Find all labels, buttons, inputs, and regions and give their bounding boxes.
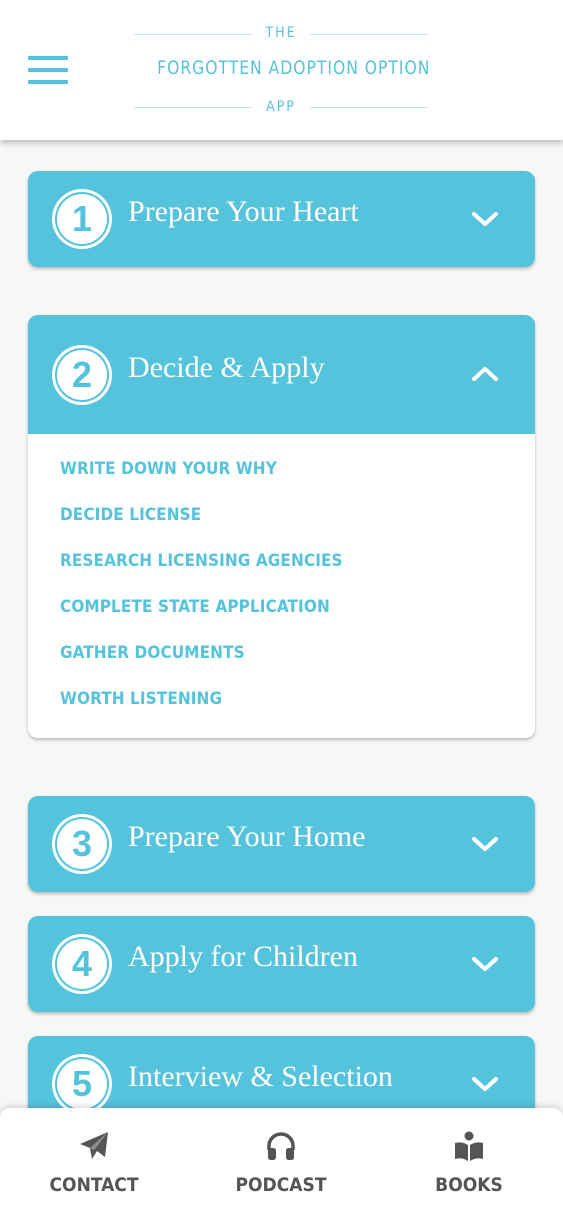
step-title: Decide & Apply (128, 351, 325, 384)
step-header-4[interactable]: 4 Apply for Children (28, 916, 535, 1012)
nav-contact[interactable]: CONTACT (14, 1108, 174, 1218)
substep-link[interactable]: RESEARCH LICENSING AGENCIES (60, 548, 503, 594)
chevron-down-icon (472, 957, 498, 971)
nav-label: CONTACT (49, 1174, 139, 1196)
step-number-badge: 2 (52, 345, 112, 405)
step-number-badge: 1 (52, 189, 112, 249)
step-header-3[interactable]: 3 Prepare Your Home (28, 796, 535, 892)
step-number-badge: 5 (52, 1054, 112, 1114)
step-section-1: 1 Prepare Your Heart (28, 171, 535, 267)
step-section-3: 3 Prepare Your Home (28, 796, 535, 892)
substep-link[interactable]: WRITE DOWN YOUR WHY (60, 456, 503, 502)
step-number-badge: 4 (52, 934, 112, 994)
logo-top-text: THE (265, 25, 297, 41)
step-title: Apply for Children (128, 940, 358, 973)
step-substeps-list: WRITE DOWN YOUR WHY DECIDE LICENSE RESEA… (28, 434, 535, 738)
step-title: Interview & Selection (128, 1060, 393, 1093)
step-header-1[interactable]: 1 Prepare Your Heart (28, 171, 535, 267)
chevron-down-icon (472, 212, 498, 226)
paper-plane-icon (80, 1132, 108, 1159)
nav-podcast[interactable]: PODCAST (201, 1108, 361, 1218)
chevron-down-icon (472, 837, 498, 851)
chevron-down-icon (472, 1077, 498, 1091)
step-number-badge: 3 (52, 814, 112, 874)
step-title: Prepare Your Heart (128, 195, 359, 228)
step-header-2[interactable]: 2 Decide & Apply (28, 315, 535, 434)
logo-title: FORGOTTEN ADOPTION OPTION (157, 57, 431, 79)
headphones-icon (267, 1132, 295, 1160)
substep-link[interactable]: DECIDE LICENSE (60, 502, 503, 548)
app-header: THE FORGOTTEN ADOPTION OPTION APP (0, 0, 563, 140)
reader-book-icon (455, 1131, 483, 1161)
step-title: Prepare Your Home (128, 820, 366, 853)
menu-icon[interactable] (28, 56, 68, 84)
logo-bottom-text: APP (266, 99, 296, 115)
nav-label: BOOKS (435, 1174, 503, 1196)
nav-label: PODCAST (235, 1174, 327, 1196)
bottom-navigation: CONTACT PODCAST BOOKS (0, 1108, 563, 1218)
step-section-4: 4 Apply for Children (28, 916, 535, 1012)
substep-link[interactable]: COMPLETE STATE APPLICATION (60, 594, 503, 640)
nav-books[interactable]: BOOKS (389, 1108, 549, 1218)
step-section-2: 2 Decide & Apply WRITE DOWN YOUR WHY DEC… (28, 315, 535, 738)
app-logo: THE FORGOTTEN ADOPTION OPTION APP (130, 24, 432, 120)
chevron-up-icon (472, 367, 498, 381)
substep-link[interactable]: WORTH LISTENING (60, 686, 503, 720)
substep-link[interactable]: GATHER DOCUMENTS (60, 640, 503, 686)
